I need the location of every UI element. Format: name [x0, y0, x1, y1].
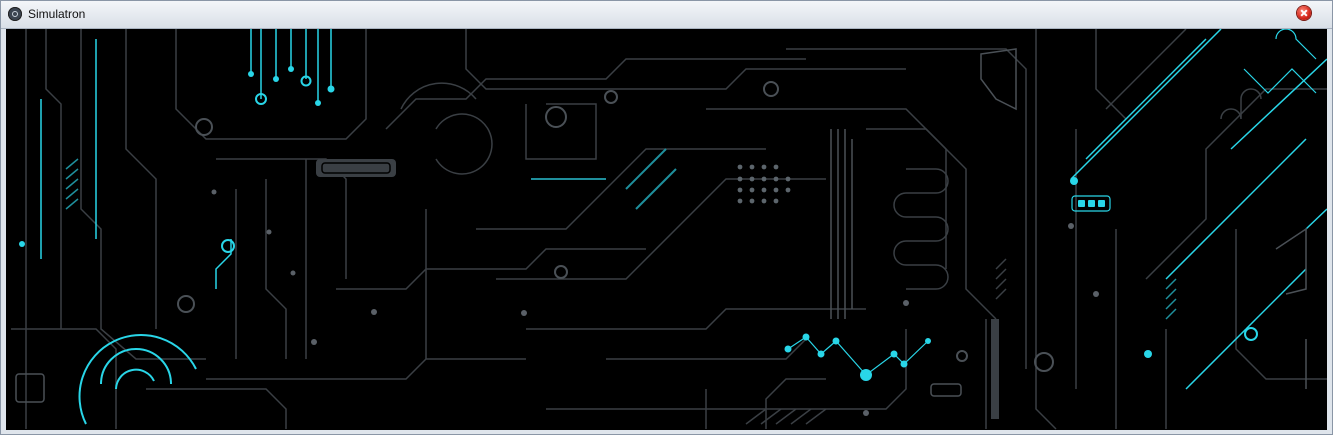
close-button[interactable] — [1297, 6, 1311, 20]
simulatron-window: Simulatron — [0, 0, 1333, 435]
circuit-board-art — [11, 29, 1327, 430]
window-title: Simulatron — [28, 7, 86, 21]
title-bar[interactable]: Simulatron — [1, 1, 1332, 29]
simulation-canvas[interactable] — [6, 29, 1327, 430]
app-icon — [8, 7, 22, 21]
